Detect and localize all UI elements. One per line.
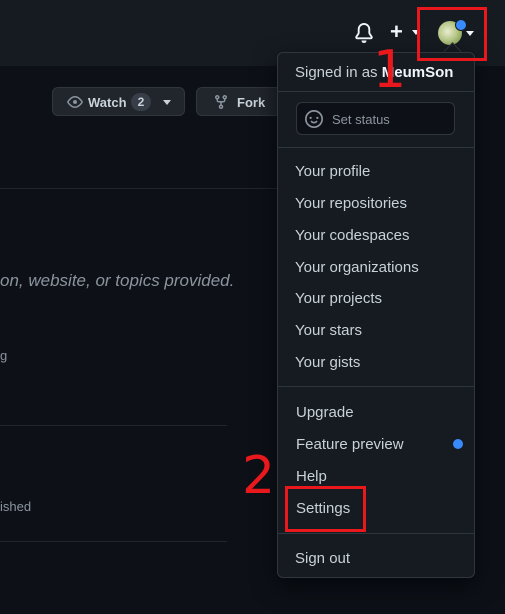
menu-item-your-repositories[interactable]: Your repositories	[295, 195, 407, 212]
set-status-button[interactable]: Set status	[296, 102, 455, 135]
signed-in-prefix: Signed in as	[295, 64, 378, 81]
fork-icon	[215, 95, 227, 110]
repo-description-text: on, website, or topics provided.	[0, 271, 235, 290]
annotation-number-1: 1	[373, 40, 407, 100]
menu-item-feature-preview[interactable]: Feature preview	[296, 436, 404, 453]
menu-item-your-projects[interactable]: Your projects	[295, 290, 382, 307]
menu-divider	[277, 386, 475, 387]
fork-label: Fork	[237, 95, 266, 110]
eye-icon	[67, 96, 83, 108]
content-divider	[0, 188, 277, 189]
annotation-box-avatar	[417, 7, 487, 61]
section-divider	[0, 425, 227, 426]
menu-item-your-profile[interactable]: Your profile	[295, 163, 370, 180]
bell-icon[interactable]	[354, 22, 374, 44]
menu-divider	[277, 533, 475, 534]
menu-item-upgrade[interactable]: Upgrade	[296, 404, 354, 421]
watch-button[interactable]: Watch 2	[52, 87, 185, 116]
annotation-number-2: 2	[242, 446, 276, 506]
menu-item-sign-out[interactable]: Sign out	[295, 550, 350, 567]
watch-label: Watch	[88, 95, 127, 110]
set-status-label: Set status	[332, 112, 390, 127]
annotation-box-settings	[285, 486, 366, 532]
smiley-icon	[305, 110, 323, 128]
watch-caret-icon[interactable]	[163, 100, 171, 105]
menu-item-your-organizations[interactable]: Your organizations	[295, 259, 419, 276]
watch-count: 2	[131, 93, 151, 111]
background-text-fragment: ished	[0, 499, 32, 514]
menu-divider	[277, 147, 475, 148]
menu-item-your-gists[interactable]: Your gists	[295, 354, 360, 371]
menu-item-help[interactable]: Help	[296, 468, 327, 485]
feature-preview-indicator	[453, 439, 463, 449]
background-text-fragment: g	[0, 348, 8, 363]
menu-item-your-codespaces[interactable]: Your codespaces	[295, 227, 410, 244]
section-divider	[0, 541, 227, 542]
menu-item-your-stars[interactable]: Your stars	[295, 322, 362, 339]
